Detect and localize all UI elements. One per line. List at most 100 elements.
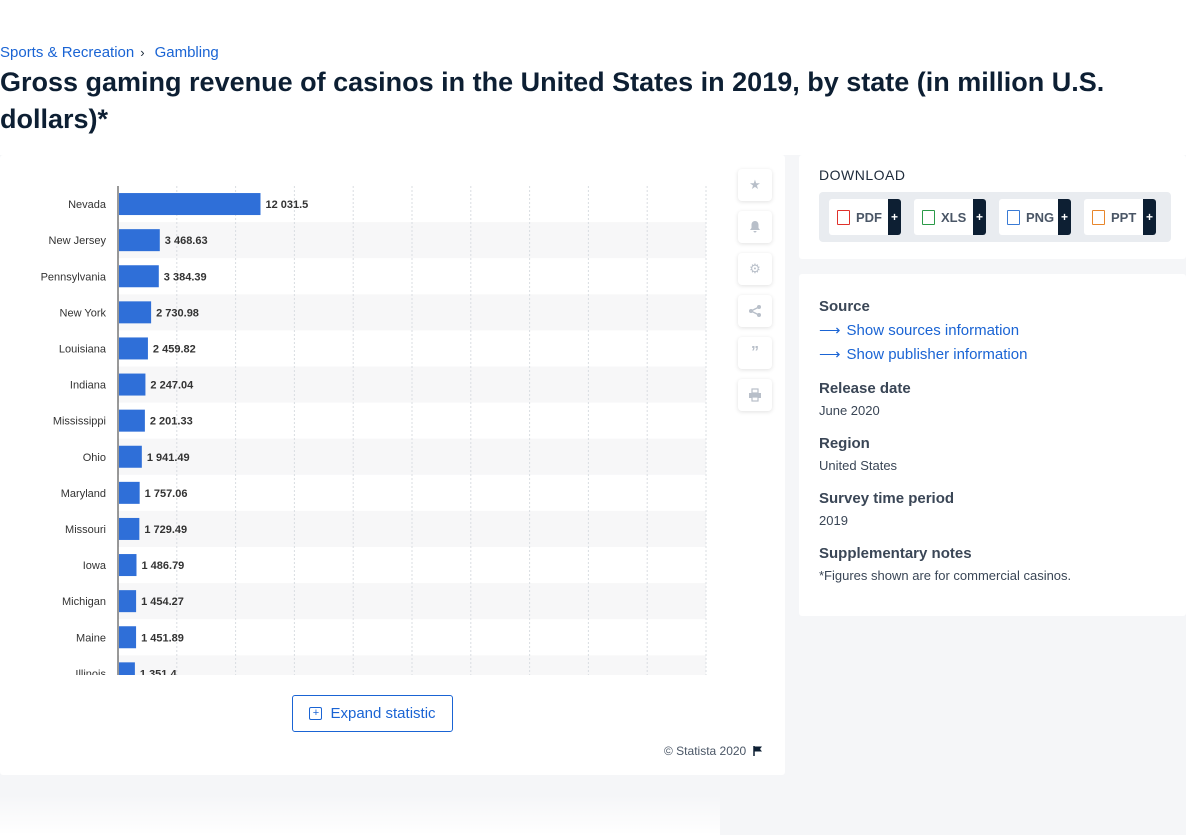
value-label: 1 941.49: [147, 452, 190, 464]
category-label: Pennsylvania: [41, 271, 107, 283]
value-label: 3 468.63: [165, 235, 208, 247]
category-label: Indiana: [70, 380, 107, 392]
bar-maine: [119, 626, 137, 649]
bar-new-jersey: [119, 229, 160, 252]
category-label: Mississippi: [53, 416, 106, 428]
expand-statistic-button[interactable]: + Expand statistic: [292, 695, 453, 732]
gear-icon[interactable]: ⚙: [738, 253, 772, 285]
arrow-right-icon: ⟶: [819, 346, 841, 363]
bar-ohio: [119, 445, 142, 468]
plus-icon: +: [888, 199, 901, 235]
release-date-value: June 2020: [819, 403, 880, 418]
png-label: PNG: [1026, 209, 1055, 225]
category-label: Maine: [76, 632, 106, 644]
plus-icon: +: [1058, 199, 1071, 235]
show-publisher-link[interactable]: ⟶ Show publisher information: [819, 345, 1028, 364]
value-label: 1 351.4: [140, 668, 178, 675]
xls-file-icon: [922, 209, 935, 225]
info-card: Source ⟶ Show sources information ⟶ Show…: [799, 274, 1186, 616]
png-file-icon: [1007, 209, 1020, 225]
value-label: 2 459.82: [153, 343, 196, 355]
print-icon[interactable]: [738, 379, 772, 411]
category-label: Nevada: [68, 199, 107, 211]
value-label: 2 247.04: [150, 380, 194, 392]
value-label: 12 031.5: [265, 199, 308, 211]
region-value: United States: [819, 458, 898, 473]
value-label: 2 201.33: [150, 416, 193, 428]
download-ppt-button[interactable]: PPT +: [1084, 199, 1156, 235]
download-xls-button[interactable]: XLS +: [914, 199, 986, 235]
bar-pennsylvania: [119, 265, 159, 288]
copyright: © Statista 2020: [664, 744, 764, 758]
chart-fade: [0, 795, 720, 835]
bar-iowa: [119, 554, 137, 577]
category-label: Louisiana: [59, 343, 107, 355]
value-label: 1 757.06: [145, 488, 188, 500]
copyright-text[interactable]: © Statista 2020: [664, 744, 746, 758]
breadcrumb-item-sports[interactable]: Sports & Recreation: [0, 44, 134, 61]
region-label: Region: [819, 435, 870, 452]
category-label: Iowa: [83, 560, 107, 572]
chevron-right-icon: ›: [140, 45, 145, 60]
show-sources-link[interactable]: ⟶ Show sources information: [819, 321, 1020, 340]
bar-illinois: [119, 662, 135, 675]
survey-period-label: Survey time period: [819, 490, 955, 507]
xls-label: XLS: [941, 209, 967, 225]
plus-icon: +: [973, 199, 986, 235]
bell-icon[interactable]: [738, 211, 772, 243]
bar-missouri: [119, 517, 140, 540]
row-band: [118, 583, 706, 620]
download-pdf-button[interactable]: PDF +: [829, 199, 901, 235]
page-header: Sports & Recreation › Gambling Gross gam…: [0, 0, 1186, 155]
row-band: [118, 438, 706, 475]
bar-mississippi: [119, 409, 145, 432]
category-label: New York: [60, 307, 107, 319]
source-label: Source: [819, 298, 870, 315]
supplementary-notes-value: *Figures shown are for commercial casino…: [819, 568, 1072, 583]
supplementary-notes-label: Supplementary notes: [819, 545, 972, 562]
star-icon[interactable]: ★: [738, 169, 772, 201]
breadcrumb-item-gambling[interactable]: Gambling: [155, 44, 219, 61]
chart-card: Nevada 12 031.5 New Jersey 3 468.63 Pennsylv…: [0, 155, 785, 835]
expand-label: Expand statistic: [330, 705, 436, 722]
ppt-label: PPT: [1111, 209, 1137, 225]
bar-maryland: [119, 481, 140, 504]
category-label: New Jersey: [49, 235, 107, 247]
category-label: Maryland: [61, 488, 106, 500]
flag-icon[interactable]: [752, 745, 764, 757]
page-title: Gross gaming revenue of casinos in the U…: [0, 67, 1105, 134]
bar-michigan: [119, 590, 137, 613]
bar-nevada: [119, 193, 261, 216]
plus-icon: +: [1143, 199, 1156, 235]
value-label: 2 730.98: [156, 307, 199, 319]
bar-chart: Nevada 12 031.5 New Jersey 3 468.63 Pennsylv…: [41, 186, 707, 675]
show-sources-text: Show sources information: [846, 321, 1020, 339]
quote-icon[interactable]: ”: [738, 337, 772, 369]
bar-new-york: [119, 301, 152, 324]
value-label: 1 729.49: [144, 524, 187, 536]
download-png-button[interactable]: PNG +: [999, 199, 1071, 235]
download-title: DOWNLOAD: [819, 167, 906, 183]
bar-louisiana: [119, 337, 148, 360]
share-icon[interactable]: [738, 295, 772, 327]
pdf-file-icon: [837, 209, 850, 225]
value-label: 1 451.89: [141, 632, 184, 644]
chart-toolbar: ★ ⚙ ”: [738, 169, 772, 411]
release-date-label: Release date: [819, 380, 911, 397]
download-bar: PDF + XLS + PNG + PPT +: [819, 192, 1171, 242]
show-publisher-text: Show publisher information: [846, 345, 1028, 363]
arrow-right-icon: ⟶: [819, 322, 841, 339]
category-label: Ohio: [83, 452, 106, 464]
row-band: [118, 510, 706, 547]
category-label: Missouri: [65, 524, 106, 536]
download-card: DOWNLOAD PDF + XLS + PNG + PPT +: [799, 155, 1186, 259]
value-label: 1 486.79: [141, 560, 184, 572]
value-label: 1 454.27: [141, 596, 184, 608]
plus-square-icon: +: [309, 707, 323, 720]
ppt-file-icon: [1092, 209, 1105, 225]
survey-period-value: 2019: [819, 513, 848, 528]
bar-indiana: [119, 373, 146, 396]
category-label: Illinois: [75, 668, 106, 675]
breadcrumb: Sports & Recreation › Gambling: [0, 44, 219, 61]
category-label: Michigan: [62, 596, 106, 608]
